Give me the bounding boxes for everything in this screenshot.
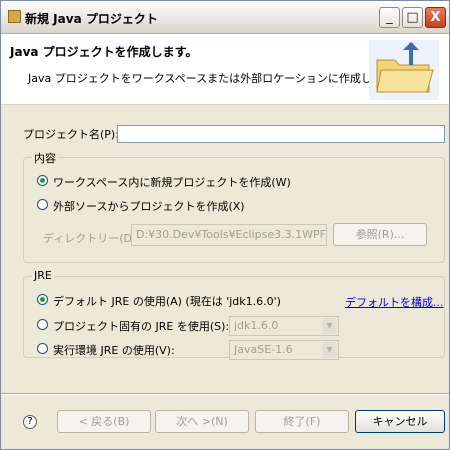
browse-button[interactable]: 参照(R)... [333, 223, 427, 246]
title-bar[interactable]: 新規 Java プロジェクト _ □ X [1, 1, 449, 34]
radio-indicator[interactable] [37, 199, 48, 210]
chevron-down-icon[interactable]: ▼ [322, 342, 337, 358]
jre-group-title: JRE [32, 269, 54, 282]
select-value: jdk1.6.0 [234, 319, 279, 332]
directory-label: ディレクトリー(D): [43, 232, 140, 245]
wizard-heading: Java プロジェクトを作成します。 [10, 45, 198, 59]
radio-label: プロジェクト固有の JRE を使用(S): [53, 320, 230, 333]
radio-indicator[interactable] [37, 319, 48, 330]
configure-defaults-link[interactable]: デフォルトを構成... [345, 294, 444, 310]
radio-indicator[interactable] [37, 294, 48, 305]
project-name-label: プロジェクト名(P): [23, 128, 119, 141]
radio-label: ワークスペース内に新規プロジェクトを作成(W) [53, 176, 291, 189]
folder-wizard-icon [369, 40, 439, 100]
finish-button[interactable]: 終了(F) [255, 410, 349, 433]
back-button[interactable]: < 戻る(B) [57, 410, 151, 433]
contents-group-title: 内容 [32, 150, 58, 166]
chevron-down-icon[interactable]: ▼ [322, 318, 337, 334]
help-icon[interactable]: ? [23, 415, 37, 429]
eclipse-app-icon [8, 10, 21, 23]
wizard-banner: Java プロジェクトを作成します。 Java プロジェクトをワークスペースまた… [1, 34, 449, 105]
execution-env-select[interactable]: JavaSE-1.6 ▼ [229, 340, 339, 360]
new-java-project-dialog: 新規 Java プロジェクト _ □ X Java プロジェクトを作成します。 … [0, 0, 450, 450]
button-bar-separator [1, 393, 449, 395]
project-jre-select[interactable]: jdk1.6.0 ▼ [229, 316, 339, 336]
wizard-description: Java プロジェクトをワークスペースまたは外部ロケーションに作成します。 [28, 72, 404, 85]
radio-label: 外部ソースからプロジェクトを作成(X) [53, 200, 245, 213]
window-title: 新規 Java プロジェクト [25, 12, 158, 26]
select-value: JavaSE-1.6 [234, 343, 293, 356]
cancel-button[interactable]: キャンセル [355, 410, 445, 433]
directory-input[interactable]: D:¥30.Dev¥Tools¥Eclipse3.3.1WPF¥wo [131, 224, 327, 246]
close-button[interactable]: X [425, 7, 446, 28]
next-button[interactable]: 次へ >(N) [155, 410, 249, 433]
maximize-button[interactable]: □ [402, 7, 423, 28]
project-name-input[interactable] [117, 125, 445, 143]
radio-label: デフォルト JRE の使用(A) (現在は 'jdk1.6.0') [53, 295, 281, 308]
minimize-button[interactable]: _ [379, 7, 400, 28]
radio-indicator[interactable] [37, 175, 48, 186]
radio-label: 実行環境 JRE の使用(V): [53, 344, 175, 357]
radio-indicator[interactable] [37, 343, 48, 354]
